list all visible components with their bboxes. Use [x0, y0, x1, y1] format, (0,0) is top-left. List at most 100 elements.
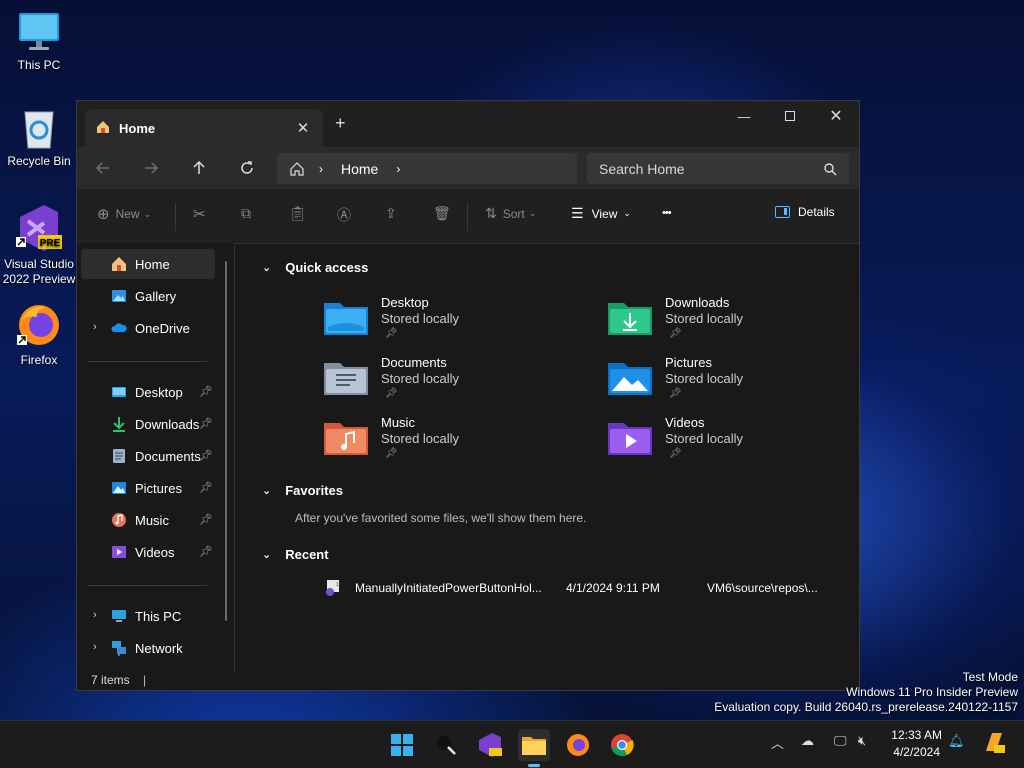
recent-header[interactable]: ⌄ Recent [262, 547, 329, 562]
taskbar-file-explorer[interactable] [518, 729, 550, 767]
chevron-down-icon: ⌄ [528, 208, 537, 218]
desktop-icon-label: Recycle Bin [7, 154, 71, 168]
start-button[interactable] [386, 729, 418, 761]
quick-access-item-pictures[interactable]: Pictures Stored locally 📌︎ [608, 355, 848, 407]
sidebar-item-downloads[interactable]: Downloads 📌︎ [81, 409, 215, 439]
pictures-folder-icon [608, 363, 652, 395]
home-outline-icon[interactable] [289, 161, 305, 177]
sidebar-item-music[interactable]: Music 📌︎ [81, 505, 215, 535]
pin-icon[interactable]: 📌︎ [199, 513, 213, 526]
status-divider: | [143, 673, 147, 687]
item-name: Videos [665, 415, 705, 430]
taskbar-chrome[interactable] [606, 729, 638, 761]
address-bar[interactable]: › Home › [277, 153, 577, 184]
item-name: Downloads [665, 295, 730, 310]
sidebar-item-home[interactable]: Home [81, 249, 215, 279]
view-button[interactable]: ☰ View ⌄ [571, 205, 631, 222]
copilot-button[interactable] [982, 731, 1006, 758]
chevron-right-icon[interactable]: › [319, 162, 323, 176]
refresh-icon [241, 161, 253, 174]
network-tray-icon[interactable]: 🖵︎ [834, 733, 847, 749]
sidebar-item-network[interactable]: › Network [81, 633, 215, 663]
details-button[interactable]: Details [775, 205, 835, 219]
new-button[interactable]: ⊕ New ⌄ [97, 205, 151, 223]
desktop-icon-recycle-bin[interactable]: Recycle Bin [1, 106, 77, 169]
scrollbar[interactable] [225, 261, 227, 621]
quick-access-item-music[interactable]: Music Stored locally 📌︎ [324, 415, 564, 467]
pin-icon: 📌︎ [385, 328, 398, 339]
delete-button[interactable]: 🗑︎ [433, 205, 451, 222]
chrome-icon [611, 734, 634, 757]
pin-icon[interactable]: 📌︎ [199, 481, 213, 494]
taskbar-firefox[interactable] [562, 729, 594, 761]
sidebar-item-videos[interactable]: Videos 📌︎ [81, 537, 215, 567]
quick-access-item-downloads[interactable]: Downloads Stored locally 📌︎ [608, 295, 848, 347]
notification-button[interactable]: 🔔︎ [948, 733, 965, 749]
item-status: Stored locally [381, 311, 460, 326]
file-icon: 17 [326, 580, 342, 596]
breadcrumb-home[interactable]: Home [341, 161, 378, 177]
more-options-button[interactable]: ••• [662, 207, 672, 219]
table-row[interactable]: 17 ManuallyInitiatedPowerButtonHol... 4/… [236, 577, 859, 601]
visual-studio-icon [479, 733, 502, 757]
desktop-icon-visual-studio[interactable]: PRE Visual Studio 2022 Preview [1, 203, 77, 287]
quick-access-item-documents[interactable]: Documents Stored locally 📌︎ [324, 355, 564, 407]
cut-button[interactable]: ✂ [193, 205, 206, 223]
sidebar-item-desktop[interactable]: Desktop 📌︎ [81, 377, 215, 407]
chevron-right-icon[interactable]: › [93, 641, 97, 653]
new-tab-button[interactable]: + [335, 113, 346, 134]
up-button[interactable] [185, 154, 213, 182]
copilot-icon [986, 733, 1005, 753]
share-button[interactable]: ⇪ [385, 205, 397, 222]
taskbar-visual-studio[interactable] [474, 729, 506, 761]
search-input[interactable]: Search Home [587, 153, 849, 184]
back-button[interactable] [89, 154, 117, 182]
share-icon: ⇪ [385, 205, 397, 221]
cloud-icon [111, 323, 127, 332]
close-tab-icon[interactable]: ✕ [293, 119, 313, 137]
quick-access-header[interactable]: ⌄ Quick access [262, 260, 368, 275]
chevron-right-icon[interactable]: › [93, 609, 97, 621]
search-taskbar-button[interactable] [430, 729, 462, 761]
forward-button[interactable] [137, 154, 165, 182]
pin-icon[interactable]: 📌︎ [199, 385, 213, 398]
volume-tray-icon[interactable]: 🔇︎ [858, 733, 866, 749]
onedrive-tray-icon[interactable]: ☁ [801, 733, 814, 749]
show-hidden-icons-button[interactable]: ︿ [771, 733, 784, 752]
tab-home[interactable]: Home ✕ [85, 109, 323, 147]
quick-access-item-desktop[interactable]: Desktop Stored locally 📌︎ [324, 295, 564, 347]
desktop-icon-this-pc[interactable]: This PC [1, 10, 77, 73]
recycle-bin-icon [17, 106, 61, 150]
clock[interactable]: 12:33 AM 4/2/2024 [891, 727, 942, 761]
minimize-icon: — [737, 108, 751, 124]
favorites-header[interactable]: ⌄ Favorites [262, 483, 343, 498]
command-bar: ⊕ New ⌄ ✂ ⧉ 📋︎ Ⓐ ⇪ 🗑︎ ⇅ Sort ⌄ ☰ View ⌄ … [77, 189, 859, 244]
refresh-button[interactable] [233, 154, 261, 182]
close-button[interactable]: ✕ [813, 101, 859, 131]
pin-icon[interactable]: 📌︎ [199, 545, 213, 558]
pin-icon[interactable]: 📌︎ [199, 449, 213, 462]
chevron-right-icon[interactable]: › [396, 162, 400, 176]
item-status: Stored locally [381, 431, 460, 446]
copy-button[interactable]: ⧉ [241, 205, 251, 222]
paste-button[interactable]: 📋︎ [289, 205, 307, 222]
content-pane: ⌄ Quick access Desktop Stored locally 📌︎… [236, 243, 859, 672]
maximize-button[interactable] [767, 101, 813, 131]
pin-icon: 📌︎ [385, 448, 398, 459]
sidebar-item-pictures[interactable]: Pictures 📌︎ [81, 473, 215, 503]
details-label: Details [798, 205, 835, 219]
sidebar-item-onedrive[interactable]: › OneDrive [81, 313, 215, 343]
videos-folder-icon [608, 423, 652, 455]
desktop-icon-firefox[interactable]: Firefox [1, 301, 77, 368]
sidebar-item-documents[interactable]: Documents 📌︎ [81, 441, 215, 471]
sidebar-item-this-pc[interactable]: › This PC [81, 601, 215, 631]
pin-icon[interactable]: 📌︎ [199, 417, 213, 430]
sort-button[interactable]: ⇅ Sort ⌄ [485, 205, 536, 222]
sidebar-item-gallery[interactable]: Gallery [81, 281, 215, 311]
pin-icon: 📌︎ [669, 448, 682, 459]
quick-access-item-videos[interactable]: Videos Stored locally 📌︎ [608, 415, 848, 467]
minimize-button[interactable]: — [721, 101, 767, 131]
network-icon: 🖵︎ [834, 733, 847, 748]
rename-button[interactable]: Ⓐ [337, 205, 351, 225]
chevron-right-icon[interactable]: › [93, 321, 97, 333]
